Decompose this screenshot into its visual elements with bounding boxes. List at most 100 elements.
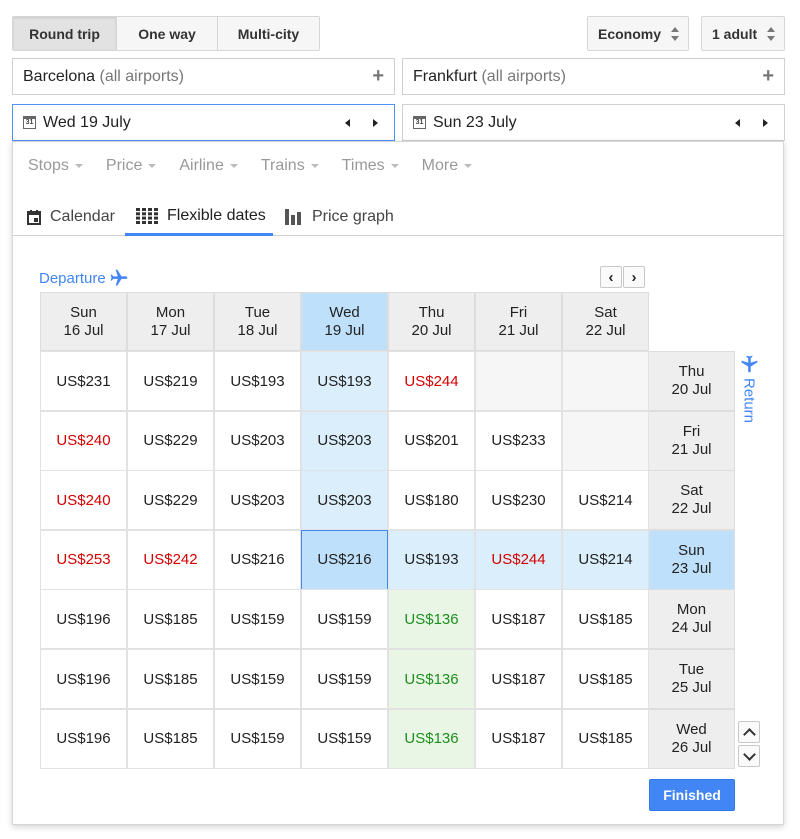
price-cell[interactable]: US$240 bbox=[40, 410, 127, 471]
price-cell[interactable]: US$242 bbox=[127, 529, 214, 590]
filter-trains[interactable]: Trains bbox=[261, 157, 319, 175]
price-cell[interactable]: US$185 bbox=[562, 589, 649, 650]
price-cell[interactable]: US$196 bbox=[40, 708, 127, 769]
price-value: US$214 bbox=[578, 491, 633, 509]
finished-button[interactable]: Finished bbox=[649, 779, 735, 811]
price-cell[interactable]: US$159 bbox=[301, 649, 388, 709]
price-cell[interactable]: US$159 bbox=[301, 589, 388, 650]
price-cell[interactable]: US$196 bbox=[40, 589, 127, 650]
passengers-select[interactable]: 1 adult bbox=[701, 16, 785, 51]
origin-field[interactable]: Barcelona (all airports) + bbox=[12, 58, 395, 95]
price-cell[interactable]: US$159 bbox=[214, 589, 301, 650]
price-cell[interactable]: US$214 bbox=[562, 470, 649, 531]
prev-week-button[interactable]: ‹ bbox=[600, 266, 622, 288]
price-cell[interactable]: US$203 bbox=[301, 470, 388, 531]
price-cell[interactable]: US$187 bbox=[475, 708, 562, 769]
price-cell[interactable]: US$196 bbox=[40, 649, 127, 709]
airplane-icon bbox=[741, 355, 758, 373]
price-cell[interactable]: US$193 bbox=[301, 351, 388, 411]
price-cell[interactable]: US$214 bbox=[562, 529, 649, 590]
price-cell[interactable]: US$193 bbox=[214, 351, 301, 411]
scroll-up-button[interactable] bbox=[738, 721, 760, 743]
price-cell[interactable]: US$231 bbox=[40, 351, 127, 411]
price-cell[interactable]: US$136 bbox=[388, 708, 475, 769]
tab-flexible-dates[interactable]: Flexible dates bbox=[125, 198, 273, 236]
day-date: 21 Jul bbox=[671, 440, 712, 458]
price-value: US$203 bbox=[317, 491, 372, 509]
price-value: US$219 bbox=[143, 372, 198, 390]
one-way-button[interactable]: One way bbox=[117, 17, 218, 50]
price-cell[interactable]: US$230 bbox=[475, 470, 562, 531]
day-name: Mon bbox=[676, 601, 707, 619]
price-value: US$196 bbox=[56, 670, 111, 688]
multi-city-button[interactable]: Multi-city bbox=[218, 17, 319, 50]
departure-date-field[interactable]: 31 Wed 19 July bbox=[12, 104, 395, 141]
return-date-field[interactable]: 31 Sun 23 July bbox=[402, 104, 785, 141]
price-cell[interactable]: US$185 bbox=[127, 649, 214, 709]
price-cell[interactable]: US$185 bbox=[127, 589, 214, 650]
price-cell[interactable]: US$180 bbox=[388, 470, 475, 531]
filter-price[interactable]: Price bbox=[106, 157, 157, 175]
price-value: US$233 bbox=[491, 432, 546, 450]
price-cell[interactable]: US$193 bbox=[388, 529, 475, 590]
price-cell[interactable]: US$185 bbox=[127, 708, 214, 769]
price-cell[interactable]: US$240 bbox=[40, 470, 127, 531]
price-cell[interactable]: US$203 bbox=[214, 470, 301, 531]
price-cell[interactable]: US$159 bbox=[214, 708, 301, 769]
price-cell[interactable]: US$216 bbox=[214, 529, 301, 590]
price-cell[interactable]: US$136 bbox=[388, 589, 475, 650]
return-day-header: Fri 21 Jul bbox=[648, 410, 735, 471]
caret-down-icon bbox=[148, 164, 157, 168]
price-value: US$244 bbox=[491, 551, 546, 569]
departure-date-value: Wed 19 July bbox=[43, 113, 131, 131]
cabin-class-select[interactable]: Economy bbox=[587, 16, 689, 51]
price-value: US$193 bbox=[230, 372, 285, 390]
price-cell[interactable]: US$233 bbox=[475, 410, 562, 471]
day-name: Thu bbox=[678, 363, 705, 380]
price-cell[interactable]: US$159 bbox=[301, 708, 388, 769]
filter-more[interactable]: More bbox=[422, 157, 473, 175]
updown-arrows-icon bbox=[671, 27, 679, 41]
price-cell[interactable]: US$219 bbox=[127, 351, 214, 411]
price-cell[interactable]: US$136 bbox=[388, 649, 475, 709]
destination-field[interactable]: Frankfurt (all airports) + bbox=[402, 58, 785, 95]
next-day-icon[interactable] bbox=[758, 116, 772, 130]
next-day-icon[interactable] bbox=[368, 116, 382, 130]
price-cell[interactable]: US$244 bbox=[475, 529, 562, 590]
price-cell[interactable]: US$253 bbox=[40, 529, 127, 590]
price-cell[interactable]: US$229 bbox=[127, 410, 214, 471]
price-cell[interactable]: US$203 bbox=[214, 410, 301, 471]
tab-flexible-dates-label: Flexible dates bbox=[167, 206, 266, 224]
prev-day-icon[interactable] bbox=[340, 116, 354, 130]
add-origin-icon[interactable]: + bbox=[372, 65, 384, 87]
caret-down-icon bbox=[310, 164, 319, 168]
price-cell[interactable]: US$244 bbox=[388, 351, 475, 411]
price-value: US$203 bbox=[230, 491, 285, 509]
price-cell[interactable]: US$216 bbox=[301, 529, 388, 590]
departure-axis-label: Departure bbox=[39, 268, 129, 288]
day-date: 22 Jul bbox=[671, 500, 712, 518]
price-cell[interactable]: US$229 bbox=[127, 470, 214, 531]
next-week-button[interactable]: › bbox=[623, 266, 645, 288]
round-trip-button[interactable]: Round trip bbox=[13, 17, 117, 50]
calendar-icon: 31 bbox=[23, 116, 36, 129]
add-destination-icon[interactable]: + bbox=[762, 65, 774, 87]
price-cell[interactable]: US$185 bbox=[562, 649, 649, 709]
tab-calendar[interactable]: Calendar bbox=[27, 198, 115, 236]
prev-day-icon[interactable] bbox=[730, 116, 744, 130]
filter-times[interactable]: Times bbox=[342, 157, 399, 175]
filter-stops[interactable]: Stops bbox=[28, 157, 83, 175]
filter-airline[interactable]: Airline bbox=[179, 157, 238, 175]
tab-price-graph[interactable]: Price graph bbox=[285, 198, 394, 236]
day-date: 23 Jul bbox=[671, 559, 712, 577]
price-cell[interactable]: US$203 bbox=[301, 410, 388, 471]
price-cell[interactable]: US$159 bbox=[214, 649, 301, 709]
price-cell[interactable]: US$187 bbox=[475, 589, 562, 650]
departure-day-header: Sun 16 Jul bbox=[40, 292, 127, 351]
price-cell[interactable]: US$201 bbox=[388, 410, 475, 471]
scroll-down-button[interactable] bbox=[738, 745, 760, 767]
price-value: US$180 bbox=[404, 491, 459, 509]
price-cell[interactable]: US$187 bbox=[475, 649, 562, 709]
price-cell[interactable]: US$185 bbox=[562, 708, 649, 769]
filter-label: Airline bbox=[179, 157, 224, 174]
